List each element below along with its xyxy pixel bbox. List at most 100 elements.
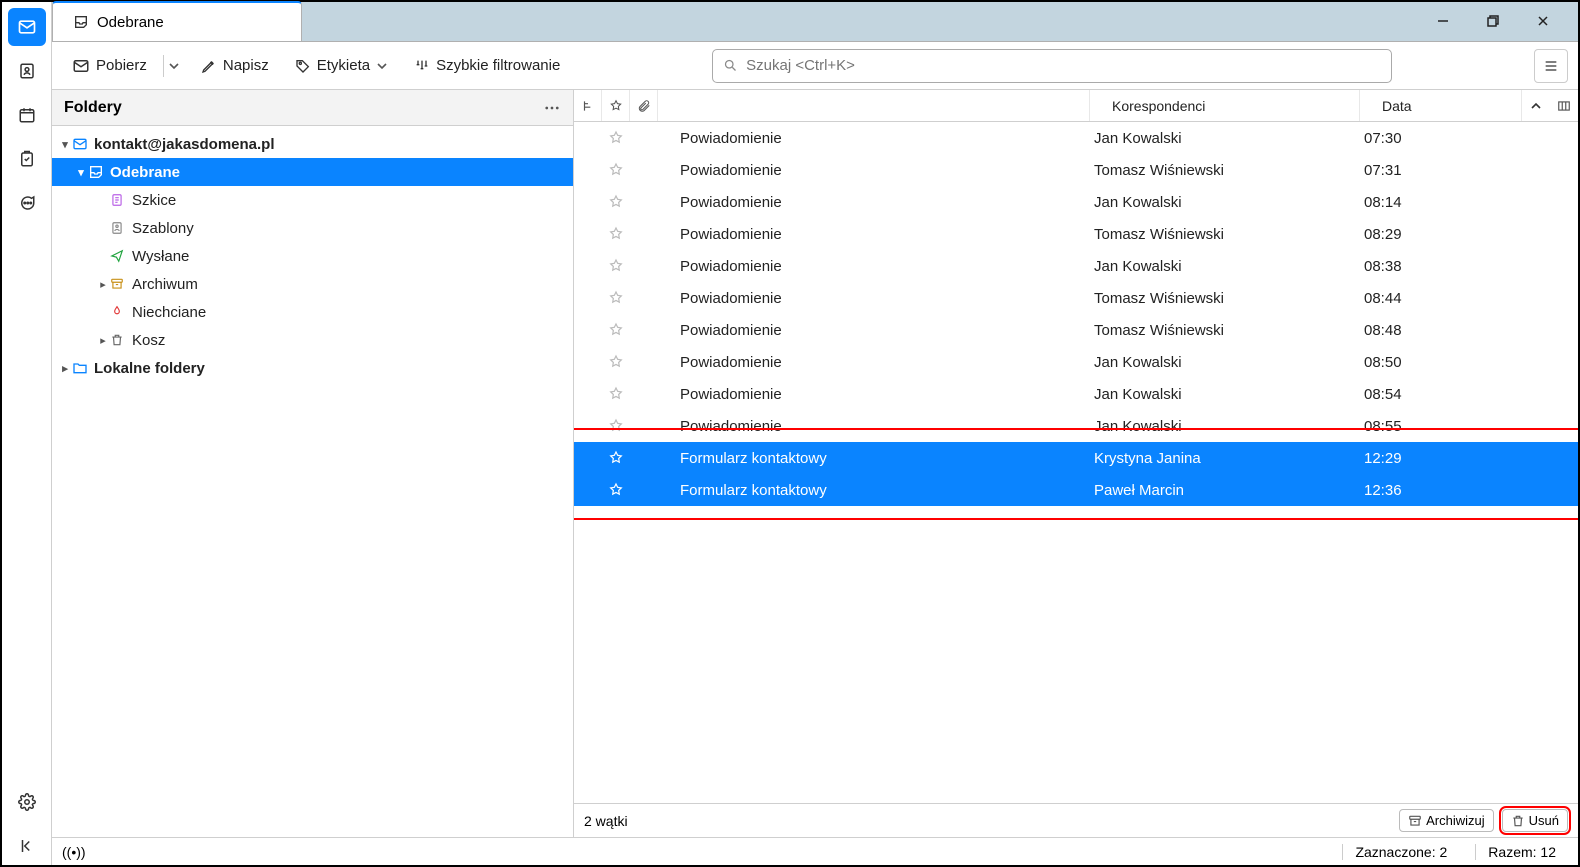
message-row[interactable]: PowiadomienieJan Kowalski07:30	[574, 122, 1578, 154]
inbox-folder[interactable]: ▾ Odebrane	[52, 158, 573, 186]
sent-icon	[110, 249, 132, 263]
message-from: Tomasz Wiśniewski	[1090, 290, 1360, 307]
message-row[interactable]: PowiadomienieTomasz Wiśniewski08:48	[574, 314, 1578, 346]
inbox-tab-icon	[73, 14, 89, 30]
message-from: Jan Kowalski	[1090, 418, 1360, 435]
message-date: 08:14	[1360, 194, 1522, 211]
drafts-icon	[110, 193, 132, 207]
subject-column-header[interactable]	[658, 90, 1090, 121]
message-date: 08:29	[1360, 226, 1522, 243]
message-date: 08:38	[1360, 258, 1522, 275]
delete-button[interactable]: Usuń	[1502, 809, 1568, 832]
app-menu-button[interactable]	[1534, 49, 1568, 83]
message-date: 08:44	[1360, 290, 1522, 307]
date-column-header[interactable]: Data	[1360, 90, 1522, 121]
correspondents-column-header[interactable]: Korespondenci	[1090, 90, 1360, 121]
local-folders-label: Lokalne foldery	[94, 360, 205, 377]
star-toggle[interactable]	[602, 482, 630, 498]
get-mail-button[interactable]: Pobierz	[62, 52, 157, 80]
message-row[interactable]: PowiadomienieTomasz Wiśniewski08:29	[574, 218, 1578, 250]
star-toggle[interactable]	[602, 354, 630, 370]
message-from: Jan Kowalski	[1090, 194, 1360, 211]
drafts-label: Szkice	[132, 192, 176, 209]
get-mail-dropdown[interactable]	[163, 55, 185, 77]
star-toggle[interactable]	[602, 322, 630, 338]
quick-filter-button[interactable]: Szybkie filtrowanie	[404, 52, 570, 79]
star-toggle[interactable]	[602, 290, 630, 306]
compose-label: Napisz	[223, 57, 269, 74]
calendar-space-button[interactable]	[8, 96, 46, 134]
sent-label: Wysłane	[132, 248, 189, 265]
tab-bar: Odebrane	[52, 2, 1578, 42]
collapse-spaces-button[interactable]	[8, 827, 46, 865]
mail-space-button[interactable]	[8, 8, 46, 46]
connection-status-icon[interactable]: ((•))	[62, 844, 86, 860]
message-subject: Formularz kontaktowy	[658, 482, 1090, 499]
message-row[interactable]: PowiadomienieTomasz Wiśniewski07:31	[574, 154, 1578, 186]
star-toggle[interactable]	[602, 450, 630, 466]
archive-button[interactable]: Archiwizuj	[1399, 809, 1494, 832]
templates-folder[interactable]: Szablony	[52, 214, 573, 242]
message-row[interactable]: Formularz kontaktowyKrystyna Janina12:29	[574, 442, 1578, 474]
total-count: Razem: 12	[1475, 844, 1568, 860]
search-input[interactable]	[746, 57, 1381, 74]
quick-filter-label: Szybkie filtrowanie	[436, 57, 560, 74]
star-toggle[interactable]	[602, 226, 630, 242]
star-toggle[interactable]	[602, 258, 630, 274]
archive-label: Archiwum	[132, 276, 198, 293]
local-folders-row[interactable]: ▸ Lokalne foldery	[52, 354, 573, 382]
star-toggle[interactable]	[602, 386, 630, 402]
star-column-header[interactable]	[602, 90, 630, 121]
inbox-tab-label: Odebrane	[97, 14, 164, 31]
attachment-column-header[interactable]	[630, 90, 658, 121]
star-toggle[interactable]	[602, 194, 630, 210]
search-icon	[723, 58, 738, 73]
inbox-tab[interactable]: Odebrane	[52, 1, 302, 41]
tasks-space-button[interactable]	[8, 140, 46, 178]
minimize-button[interactable]	[1418, 5, 1468, 37]
compose-button[interactable]: Napisz	[191, 52, 279, 79]
account-row[interactable]: ▾ kontakt@jakasdomena.pl	[52, 130, 573, 158]
sent-folder[interactable]: Wysłane	[52, 242, 573, 270]
message-date: 12:29	[1360, 450, 1522, 467]
sort-indicator[interactable]	[1522, 90, 1550, 121]
folder-pane-menu[interactable]	[543, 99, 561, 117]
drafts-folder[interactable]: Szkice	[52, 186, 573, 214]
spaces-toolbar	[2, 2, 52, 865]
thread-count: 2 wątki	[584, 813, 628, 829]
tag-button[interactable]: Etykieta	[285, 52, 398, 79]
junk-folder[interactable]: Niechciane	[52, 298, 573, 326]
trash-folder[interactable]: ▸ Kosz	[52, 326, 573, 354]
star-toggle[interactable]	[602, 130, 630, 146]
chat-space-button[interactable]	[8, 184, 46, 222]
message-row[interactable]: PowiadomienieJan Kowalski08:14	[574, 186, 1578, 218]
message-row[interactable]: PowiadomienieJan Kowalski08:50	[574, 346, 1578, 378]
message-subject: Formularz kontaktowy	[658, 450, 1090, 467]
inbox-icon	[88, 164, 110, 180]
message-row[interactable]: PowiadomienieJan Kowalski08:54	[574, 378, 1578, 410]
message-row[interactable]: PowiadomienieTomasz Wiśniewski08:44	[574, 282, 1578, 314]
column-picker[interactable]	[1550, 90, 1578, 121]
message-from: Jan Kowalski	[1090, 386, 1360, 403]
message-row[interactable]: PowiadomienieJan Kowalski08:38	[574, 250, 1578, 282]
junk-icon	[110, 305, 132, 319]
message-subject: Powiadomienie	[658, 258, 1090, 275]
message-subject: Powiadomienie	[658, 354, 1090, 371]
message-row[interactable]: PowiadomienieJan Kowalski08:55	[574, 410, 1578, 442]
message-row[interactable]: Formularz kontaktowyPaweł Marcin12:36	[574, 474, 1578, 506]
archive-folder[interactable]: ▸ Archiwum	[52, 270, 573, 298]
star-toggle[interactable]	[602, 162, 630, 178]
thread-column-header[interactable]	[574, 90, 602, 121]
close-button[interactable]	[1518, 5, 1568, 37]
message-from: Krystyna Janina	[1090, 450, 1360, 467]
message-from: Jan Kowalski	[1090, 258, 1360, 275]
message-subject: Powiadomienie	[658, 418, 1090, 435]
global-search[interactable]	[712, 49, 1392, 83]
message-subject: Powiadomienie	[658, 194, 1090, 211]
templates-icon	[110, 221, 132, 235]
settings-space-button[interactable]	[8, 783, 46, 821]
message-list[interactable]: PowiadomienieJan Kowalski07:30Powiadomie…	[574, 122, 1578, 803]
star-toggle[interactable]	[602, 418, 630, 434]
addressbook-space-button[interactable]	[8, 52, 46, 90]
maximize-button[interactable]	[1468, 5, 1518, 37]
